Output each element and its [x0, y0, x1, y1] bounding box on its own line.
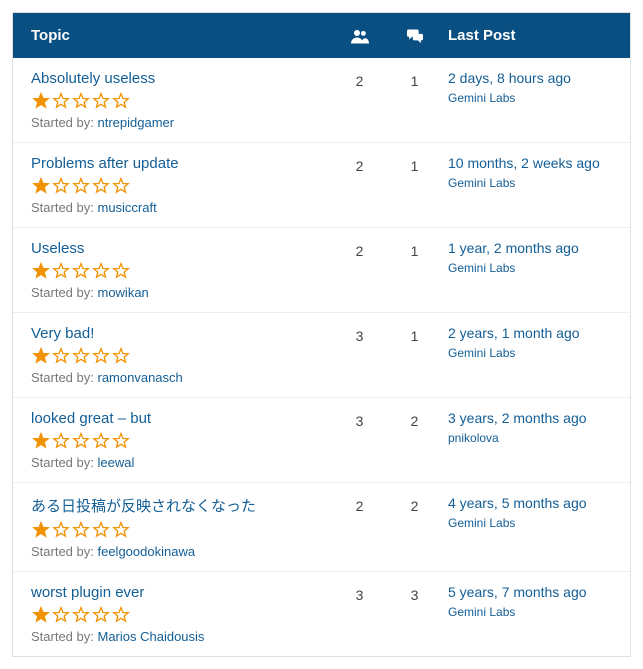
last-post-time-link[interactable]: 4 years, 5 months ago — [448, 495, 612, 511]
last-post-author-link[interactable]: pnikolova — [448, 431, 499, 445]
replies-count: 1 — [387, 155, 442, 215]
header-topic: Topic — [31, 27, 332, 44]
voices-count: 3 — [332, 410, 387, 470]
replies-count: 1 — [387, 240, 442, 300]
last-post-cell: 10 months, 2 weeks ago Gemini Labs — [442, 155, 612, 215]
rating-stars — [31, 176, 332, 196]
table-row: ある日投稿が反映されなくなった Started by: feelgoodokina… — [13, 483, 630, 572]
topic-cell: Problems after update Started by: musiccr… — [31, 155, 332, 215]
forum-topics-table: Topic Last Post Absolutely useless Starte… — [12, 12, 631, 657]
last-post-author-link[interactable]: Gemini Labs — [448, 261, 515, 275]
topic-cell: Useless Started by: mowikan — [31, 240, 332, 300]
started-by: Started by: mowikan — [31, 285, 332, 300]
started-by: Started by: musiccraft — [31, 200, 332, 215]
replies-count: 2 — [387, 410, 442, 470]
started-by-label: Started by: — [31, 455, 97, 470]
topic-author-link[interactable]: ntrepidgamer — [97, 115, 174, 130]
rating-stars — [31, 91, 332, 111]
started-by: Started by: leewal — [31, 455, 332, 470]
topic-author-link[interactable]: leewal — [97, 455, 134, 470]
started-by: Started by: ntrepidgamer — [31, 115, 332, 130]
topic-title-link[interactable]: Very bad! — [31, 325, 94, 342]
last-post-author-link[interactable]: Gemini Labs — [448, 176, 515, 190]
voices-count: 3 — [332, 325, 387, 385]
last-post-time-link[interactable]: 1 year, 2 months ago — [448, 240, 612, 256]
last-post-time-link[interactable]: 3 years, 2 months ago — [448, 410, 612, 426]
started-by-label: Started by: — [31, 200, 97, 215]
topic-cell: worst plugin ever Started by: Marios Chai… — [31, 584, 332, 644]
last-post-cell: 4 years, 5 months ago Gemini Labs — [442, 495, 612, 559]
last-post-cell: 2 days, 8 hours ago Gemini Labs — [442, 70, 612, 130]
replies-count: 3 — [387, 584, 442, 644]
voices-count: 2 — [332, 495, 387, 559]
table-header: Topic Last Post — [13, 13, 630, 58]
topic-cell: Absolutely useless Started by: ntrepidgam… — [31, 70, 332, 130]
started-by-label: Started by: — [31, 115, 97, 130]
topic-author-link[interactable]: Marios Chaidousis — [97, 629, 204, 644]
topic-cell: ある日投稿が反映されなくなった Started by: feelgoodokina… — [31, 495, 332, 559]
started-by-label: Started by: — [31, 370, 97, 385]
last-post-cell: 1 year, 2 months ago Gemini Labs — [442, 240, 612, 300]
last-post-author-link[interactable]: Gemini Labs — [448, 91, 515, 105]
last-post-author-link[interactable]: Gemini Labs — [448, 516, 515, 530]
last-post-cell: 2 years, 1 month ago Gemini Labs — [442, 325, 612, 385]
rating-stars — [31, 431, 332, 451]
topic-title-link[interactable]: Problems after update — [31, 155, 179, 172]
table-row: worst plugin ever Started by: Marios Chai… — [13, 572, 630, 656]
replies-count: 1 — [387, 325, 442, 385]
voices-count: 2 — [332, 155, 387, 215]
started-by: Started by: ramonvanasch — [31, 370, 332, 385]
topic-cell: looked great – but Started by: leewal — [31, 410, 332, 470]
topic-title-link[interactable]: looked great – but — [31, 410, 151, 427]
last-post-time-link[interactable]: 5 years, 7 months ago — [448, 584, 612, 600]
last-post-cell: 3 years, 2 months ago pnikolova — [442, 410, 612, 470]
header-replies-icon — [387, 28, 442, 44]
table-row: Problems after update Started by: musiccr… — [13, 143, 630, 228]
voices-count: 2 — [332, 70, 387, 130]
started-by: Started by: Marios Chaidousis — [31, 629, 332, 644]
rating-stars — [31, 346, 332, 366]
topic-title-link[interactable]: worst plugin ever — [31, 584, 144, 601]
last-post-author-link[interactable]: Gemini Labs — [448, 346, 515, 360]
topic-author-link[interactable]: musiccraft — [97, 200, 156, 215]
last-post-author-link[interactable]: Gemini Labs — [448, 605, 515, 619]
last-post-cell: 5 years, 7 months ago Gemini Labs — [442, 584, 612, 644]
header-voices-icon — [332, 28, 387, 44]
rating-stars — [31, 261, 332, 281]
voices-count: 3 — [332, 584, 387, 644]
topic-author-link[interactable]: feelgoodokinawa — [97, 544, 195, 559]
topic-title-link[interactable]: Useless — [31, 240, 84, 257]
topic-title-link[interactable]: ある日投稿が反映されなくなった — [31, 495, 256, 516]
rating-stars — [31, 520, 332, 540]
replies-count: 2 — [387, 495, 442, 559]
started-by: Started by: feelgoodokinawa — [31, 544, 332, 559]
table-row: Very bad!Started by: ramonvanasch312 yea… — [13, 313, 630, 398]
topic-author-link[interactable]: mowikan — [97, 285, 148, 300]
last-post-time-link[interactable]: 10 months, 2 weeks ago — [448, 155, 612, 171]
table-row: UselessStarted by: mowikan211 year, 2 mo… — [13, 228, 630, 313]
table-row: looked great – butStarted by: leewal323 … — [13, 398, 630, 483]
topic-cell: Very bad! Started by: ramonvanasch — [31, 325, 332, 385]
header-last-post: Last Post — [442, 27, 612, 44]
started-by-label: Started by: — [31, 629, 97, 644]
rating-stars — [31, 605, 332, 625]
table-row: Absolutely useless Started by: ntrepidgam… — [13, 58, 630, 143]
topic-title-link[interactable]: Absolutely useless — [31, 70, 155, 87]
last-post-time-link[interactable]: 2 years, 1 month ago — [448, 325, 612, 341]
started-by-label: Started by: — [31, 285, 97, 300]
started-by-label: Started by: — [31, 544, 97, 559]
voices-count: 2 — [332, 240, 387, 300]
replies-count: 1 — [387, 70, 442, 130]
last-post-time-link[interactable]: 2 days, 8 hours ago — [448, 70, 612, 86]
topic-author-link[interactable]: ramonvanasch — [97, 370, 182, 385]
